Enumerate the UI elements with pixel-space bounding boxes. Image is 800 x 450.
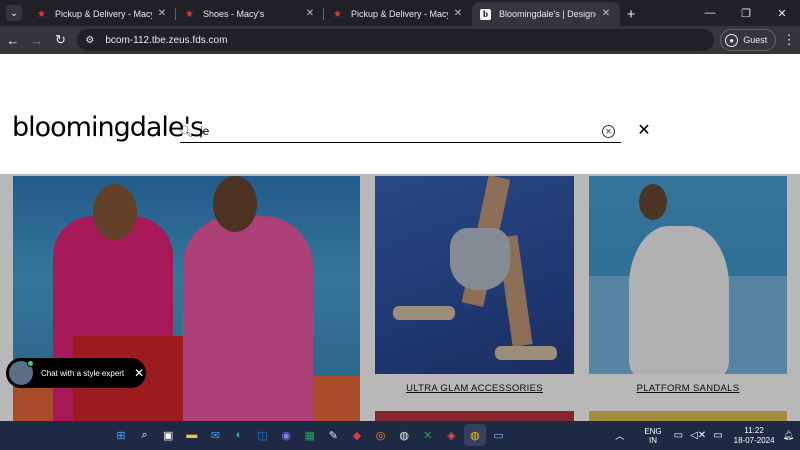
tab-title: Bloomingdale's | Designer Clot: [499, 9, 596, 19]
display-icon[interactable]: ▭: [674, 430, 683, 441]
chat-label: Chat with a style expert: [41, 368, 125, 378]
browser-toolbar: ← → ↻ ⚙ bcom-112.tbe.zeus.fds.com ● Gues…: [0, 26, 800, 54]
tab-close-icon[interactable]: ✕: [304, 8, 316, 20]
macys-star-icon: ★: [333, 8, 342, 20]
clock-date: 18-07-2024: [733, 435, 775, 445]
reload-icon[interactable]: ↻: [50, 29, 72, 51]
tab-close-icon[interactable]: ✕: [600, 8, 612, 20]
mail-icon[interactable]: ✉: [204, 424, 226, 446]
tab-close-icon[interactable]: ✕: [156, 8, 168, 20]
browser-menu-icon[interactable]: ⋮: [778, 32, 800, 48]
macys-star-icon: ★: [37, 8, 46, 20]
restore-icon[interactable]: ❐: [728, 0, 764, 26]
search-input[interactable]: [200, 124, 602, 138]
excel-icon[interactable]: ✕: [417, 424, 439, 446]
web-page: bloomingdale's 🔍︎ ✕ ✕ ULTRA GLAM ACCESSO…: [0, 54, 800, 421]
system-tray: ︿ ENG IN ▭ ◁✕ ▭ 11:22 18-07-2024 🔔︎: [615, 421, 794, 450]
search-bar: 🔍︎ ✕: [179, 120, 621, 143]
bloomingdales-logo[interactable]: bloomingdale's: [12, 112, 204, 143]
bloomingdales-b-icon: b: [480, 8, 491, 20]
lang-line-2: IN: [648, 435, 657, 445]
profile-button[interactable]: ● Guest: [720, 29, 777, 51]
close-chat-icon[interactable]: ✕: [134, 366, 144, 380]
windows-taskbar: ⊞ ⌕ ▣ ▬ ✉ ◐ ◫ ◉ ▦ ✎ ◆ ◎ ◍ ✕ ◈ ◍ ▭ ︿ ENG …: [0, 421, 800, 450]
chrome-icon[interactable]: ◍: [393, 424, 415, 446]
tab-title: Pickup & Delivery - Macy's: [351, 9, 448, 19]
forward-arrow-icon[interactable]: →: [26, 29, 48, 51]
battery-icon[interactable]: ▭: [713, 430, 722, 441]
site-info-icon[interactable]: ⚙: [85, 35, 99, 46]
safari-icon[interactable]: ◎: [370, 424, 392, 446]
lang-line-1: ENG: [644, 426, 662, 436]
address-bar[interactable]: ⚙ bcom-112.tbe.zeus.fds.com: [77, 29, 715, 51]
back-arrow-icon[interactable]: ←: [2, 29, 24, 51]
online-status-dot: [27, 360, 34, 367]
notification-bell-icon[interactable]: 🔔︎: [783, 430, 794, 441]
tab-title: Pickup & Delivery - Macy's: [55, 9, 152, 19]
close-search-icon[interactable]: ✕: [636, 123, 652, 139]
tab-bloomingdales[interactable]: b Bloomingdale's | Designer Clot ✕: [472, 2, 620, 26]
new-tab-button[interactable]: +: [620, 2, 642, 26]
site-header: bloomingdale's 🔍︎ ✕ ✕: [0, 54, 800, 174]
url-text: bcom-112.tbe.zeus.fds.com: [105, 34, 228, 46]
clear-search-icon[interactable]: ✕: [602, 124, 615, 138]
clock-time: 11:22: [744, 425, 764, 435]
tab-close-icon[interactable]: ✕: [452, 8, 464, 20]
tray-chevron-icon[interactable]: ︿: [615, 429, 624, 442]
chat-avatar: [9, 360, 34, 385]
tab-search-button[interactable]: ⌄: [6, 5, 22, 21]
tab-title: Shoes - Macy's: [203, 9, 265, 19]
chat-style-expert-widget[interactable]: Chat with a style expert ✕: [6, 358, 146, 388]
speaker-muted-icon[interactable]: ◁✕: [690, 430, 706, 441]
outlook-icon[interactable]: ◫: [252, 424, 274, 446]
red-app-icon[interactable]: ◆: [346, 424, 368, 446]
chrome-active-icon[interactable]: ◍: [463, 424, 486, 446]
teams-icon[interactable]: ◉: [275, 424, 297, 446]
notepad-icon[interactable]: ✎: [322, 424, 344, 446]
tab-strip: ⌄ ★ Pickup & Delivery - Macy's ✕ ★ Shoes…: [0, 0, 800, 26]
tab-macys-pickup-1[interactable]: ★ Pickup & Delivery - Macy's ✕: [28, 2, 176, 26]
git-icon[interactable]: ◈: [440, 424, 462, 446]
minimize-icon[interactable]: —: [692, 0, 728, 26]
edge-icon[interactable]: ◐: [228, 424, 250, 446]
window-close-icon[interactable]: ✕: [764, 0, 800, 26]
windows-start-icon[interactable]: ⊞: [110, 424, 132, 446]
tab-macys-shoes[interactable]: ★ Shoes - Macy's ✕: [176, 2, 324, 26]
language-indicator[interactable]: ENG IN: [644, 427, 661, 445]
clock[interactable]: 11:22 18-07-2024: [734, 426, 775, 446]
window-controls: — ❐ ✕: [692, 0, 800, 26]
task-view-icon[interactable]: ▣: [157, 424, 179, 446]
search-icon[interactable]: ⌕: [134, 424, 156, 446]
presentation-icon[interactable]: ▭: [488, 424, 510, 446]
profile-label: Guest: [743, 35, 768, 45]
tab-macys-pickup-2[interactable]: ★ Pickup & Delivery - Macy's ✕: [324, 2, 472, 26]
profile-avatar-icon: ●: [725, 33, 739, 47]
search-icon: 🔍︎: [179, 125, 193, 138]
excel-check-icon[interactable]: ▦: [299, 424, 321, 446]
taskbar-apps: ⊞ ⌕ ▣ ▬ ✉ ◐ ◫ ◉ ▦ ✎ ◆ ◎ ◍ ✕ ◈ ◍ ▭: [110, 424, 511, 446]
macys-star-icon: ★: [185, 8, 194, 20]
file-explorer-icon[interactable]: ▬: [181, 424, 203, 446]
